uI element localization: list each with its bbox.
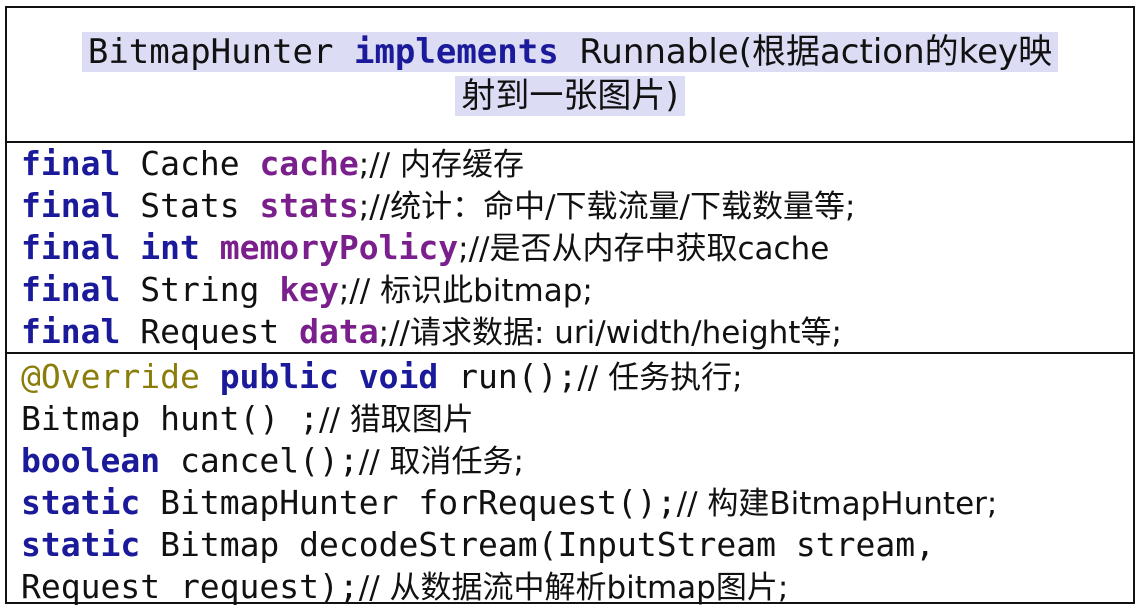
field-modifier: final [21, 270, 121, 309]
field-modifier: final [21, 144, 121, 183]
field-type: String [140, 270, 260, 309]
method-comment: // 任务执行; [577, 360, 743, 396]
method-row-decodestream-cont: Request request);// 从数据流中解析bitmap图片; [21, 566, 788, 609]
field-name: stats [259, 186, 359, 225]
method-comment: // 取消任务; [358, 444, 524, 480]
void-keyword: void [358, 357, 439, 396]
interface-name: Runnable(根据action的key映 [579, 32, 1053, 72]
field-type: int [140, 228, 200, 267]
field-modifier: final [21, 186, 121, 225]
static-keyword: static [21, 483, 141, 522]
method-signature-cont: Request request); [21, 567, 359, 606]
public-keyword: public [219, 357, 339, 396]
method-signature: Bitmap decodeStream(InputStream stream, [160, 525, 935, 564]
field-row: final Request data;//请求数据: uri/width/hei… [21, 311, 842, 354]
methods-section: @Override public void run();// 任务执行; Bit… [7, 354, 1133, 606]
field-row: final String key;// 标识此bitmap; [21, 269, 593, 312]
method-signature: Bitmap hunt() ; [21, 399, 320, 438]
field-type: Cache [140, 144, 240, 183]
method-row-forrequest: static BitmapHunter forRequest();// 构建Bi… [21, 482, 997, 525]
field-type: Stats [140, 186, 240, 225]
field-comment: ;// 内存缓存 [358, 147, 524, 183]
method-comment: // 从数据流中解析bitmap图片; [358, 570, 789, 606]
override-annotation: @Override [21, 357, 200, 396]
field-row: final Cache cache;// 内存缓存 [21, 143, 524, 186]
field-comment: ;// 标识此bitmap; [338, 273, 593, 309]
method-comment: // 构建BitmapHunter; [676, 486, 998, 522]
method-signature: cancel(); [179, 441, 359, 480]
class-name: BitmapHunter [87, 32, 334, 72]
field-row: final Stats stats;//统计：命中/下载流量/下载数量等; [21, 185, 855, 228]
method-row-run: @Override public void run();// 任务执行; [21, 356, 743, 399]
field-row: final int memoryPolicy;//是否从内存中获取cache [21, 227, 829, 270]
class-title-section: BitmapHunter implements Runnable(根据actio… [7, 8, 1133, 143]
class-title-line-1: BitmapHunter implements Runnable(根据actio… [81, 32, 1059, 72]
field-comment: ;//是否从内存中获取cache [458, 231, 830, 267]
boolean-keyword: boolean [21, 441, 161, 480]
field-type: Request [140, 312, 280, 351]
field-name: cache [259, 144, 359, 183]
method-comment: // 猎取图片 [319, 402, 474, 438]
method-row-decodestream: static Bitmap decodeStream(InputStream s… [21, 524, 935, 566]
field-modifier: final [21, 228, 121, 267]
class-title-line-2: 射到一张图片) [455, 76, 685, 116]
implements-keyword: implements [353, 32, 559, 72]
field-name: data [299, 312, 379, 351]
field-comment: ;//统计：命中/下载流量/下载数量等; [358, 189, 856, 225]
method-row-hunt: Bitmap hunt() ;// 猎取图片 [21, 398, 474, 441]
field-name: key [279, 270, 339, 309]
field-name: memoryPolicy [219, 228, 459, 267]
class-title: BitmapHunter implements Runnable(根据actio… [21, 30, 1119, 118]
method-row-cancel: boolean cancel();// 取消任务; [21, 440, 524, 483]
method-signature: BitmapHunter forRequest(); [160, 483, 677, 522]
static-keyword: static [21, 525, 141, 564]
field-comment: ;//请求数据: uri/width/height等; [378, 315, 842, 351]
field-modifier: final [21, 312, 121, 351]
class-diagram: BitmapHunter implements Runnable(根据actio… [5, 6, 1135, 606]
fields-section: final Cache cache;// 内存缓存 final Stats st… [7, 143, 1133, 354]
method-signature: run(); [458, 357, 578, 396]
